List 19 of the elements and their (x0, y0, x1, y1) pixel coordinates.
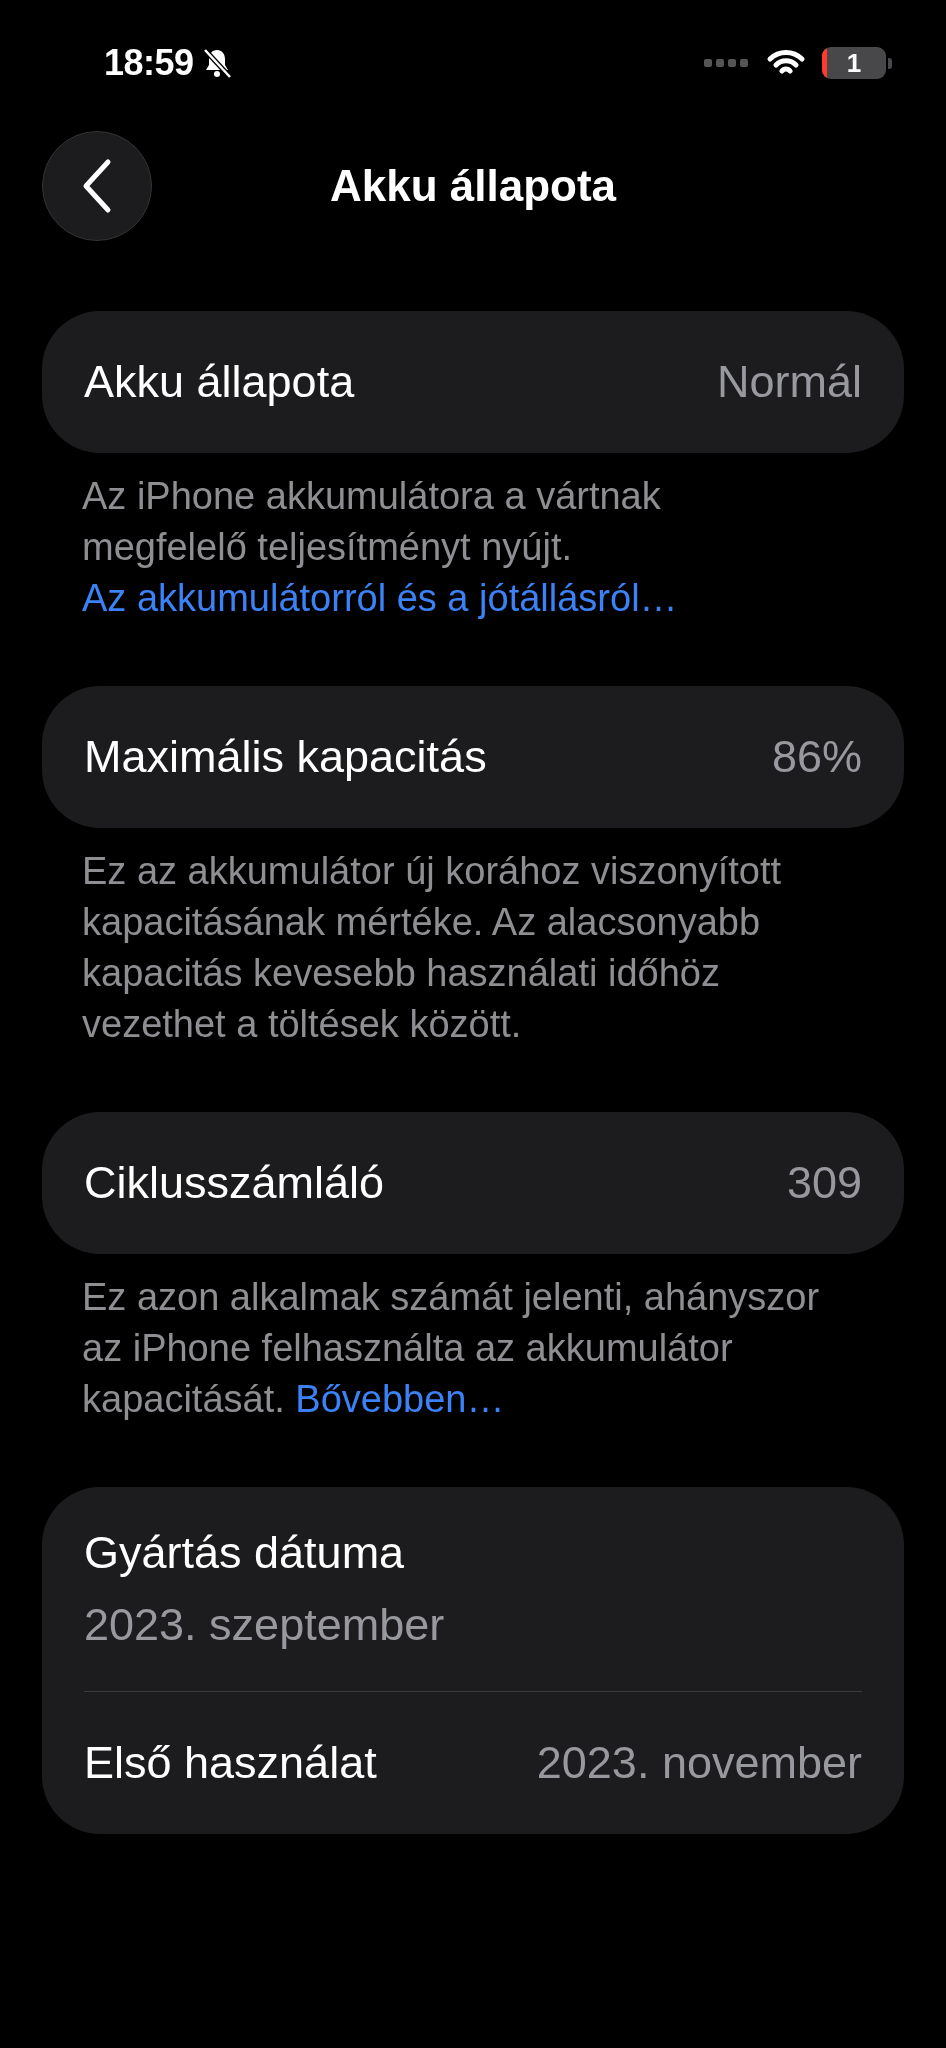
footer-text: Az iPhone akkumulátora a vártnak megfelelő teljesítményt nyújt. Az akkumulátorról és a jótállásról… (81, 474, 679, 621)
footer-text: Ez az akkumulátor új korához viszonyított kapacitásának mértéke. Az alacsonyabb kapacitás kevesebb használati időhöz vezethet a töltések között. (81, 849, 783, 1047)
learn-more-link[interactable]: Az akkumulátorról és a jótállásról… (82, 577, 678, 619)
row-label: Akku állapota (84, 355, 355, 410)
row-label: Gyártás dátuma (84, 1526, 406, 1580)
row-label: Maximális kapacitás (84, 730, 487, 785)
learn-more-link[interactable]: Bővebben… (295, 1378, 505, 1420)
row-value: 309 (786, 1156, 862, 1211)
row-label: Ciklusszámláló (84, 1156, 385, 1211)
row-label: Első használat (84, 1736, 377, 1791)
row-value: 2023. november (536, 1736, 862, 1791)
row-value: 86% (771, 730, 862, 785)
signal-icon (704, 59, 748, 67)
status-time: 18:59 (104, 41, 194, 85)
footer-text: Ez azon alkalmak számát jelenti, ahányszor az iPhone felhasználta az akkumulátor kapacitását. Bővebben… (81, 1275, 821, 1422)
row-value: 2023. szeptember (84, 1598, 446, 1652)
row-value: Normál (716, 355, 862, 410)
wifi-icon (767, 50, 805, 74)
page-title: Akku állapota (329, 160, 617, 212)
